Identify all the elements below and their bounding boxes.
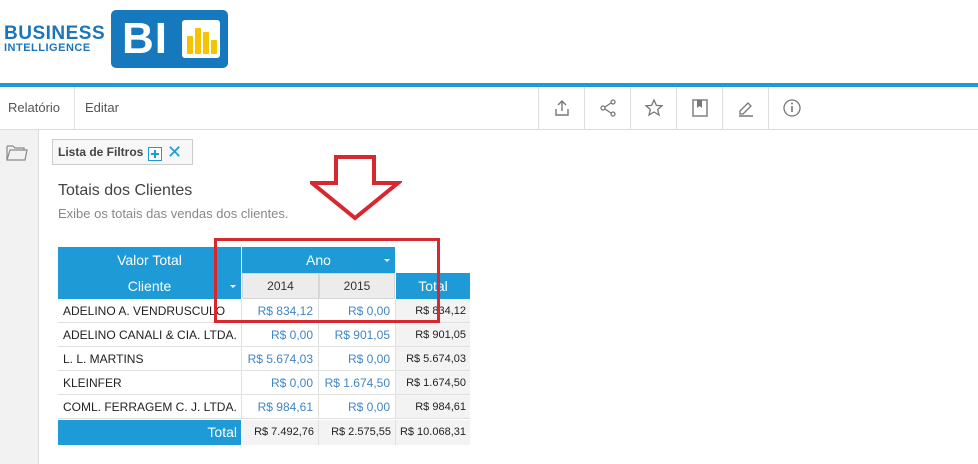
value-2014: R$ 5.674,03 — [242, 347, 319, 371]
export-button[interactable] — [538, 87, 584, 129]
logo-bi-text: BI — [122, 14, 168, 63]
annotation-highlight-box — [214, 238, 440, 323]
info-icon — [782, 99, 801, 117]
menu-separator — [74, 87, 75, 129]
toolbar: Relatório Editar — [0, 87, 978, 130]
grand-total-2014: R$ 7.492,76 — [242, 420, 319, 445]
annotation-arrow-icon — [310, 155, 402, 221]
logo-text: BUSINESS INTELLIGENCE — [4, 24, 105, 54]
logo-line2: INTELLIGENCE — [4, 42, 91, 54]
bookmark-icon — [691, 99, 708, 117]
bookmark-button[interactable] — [676, 87, 722, 129]
menu-editar[interactable]: Editar — [85, 87, 119, 129]
client-name: L. L. MARTINS — [58, 347, 242, 371]
favorite-button[interactable] — [630, 87, 676, 129]
grand-total-all: R$ 10.068,31 — [396, 420, 470, 445]
share-button[interactable] — [584, 87, 630, 129]
logo-chart-icon — [182, 20, 220, 58]
star-icon — [643, 98, 664, 117]
value-2015: R$ 901,05 — [319, 323, 396, 347]
report-title: Totais dos Clientes — [58, 182, 193, 199]
menu-relatorio[interactable]: Relatório — [8, 87, 60, 129]
edit-button[interactable] — [722, 87, 768, 129]
value-2014: R$ 0,00 — [242, 323, 319, 347]
filter-list-label: Lista de Filtros — [58, 145, 144, 159]
value-2014: R$ 0,00 — [242, 371, 319, 395]
export-icon — [554, 100, 569, 116]
value-total: R$ 1.674,50 — [396, 371, 470, 395]
logo-mark: BI — [111, 10, 228, 68]
sidebar — [0, 130, 39, 464]
close-icon[interactable]: ✕ — [167, 142, 182, 163]
grand-total-2015: R$ 2.575,55 — [319, 420, 396, 445]
value-2014: R$ 984,61 — [242, 395, 319, 419]
grand-total-label: Total — [58, 420, 241, 445]
info-button[interactable] — [768, 87, 814, 129]
logo-line1: BUSINESS — [4, 23, 106, 44]
add-filter-icon[interactable] — [148, 147, 162, 161]
folder-icon[interactable] — [6, 142, 28, 162]
client-name: KLEINFER — [58, 371, 242, 395]
value-total: R$ 901,05 — [396, 323, 470, 347]
filter-list-chip[interactable]: Lista de Filtros ✕ — [52, 139, 193, 165]
share-icon — [599, 99, 616, 117]
value-total: R$ 984,61 — [396, 395, 470, 419]
value-total: R$ 5.674,03 — [396, 347, 470, 371]
client-name: ADELINO CANALI & CIA. LTDA. — [58, 323, 242, 347]
edit-pen-icon — [738, 102, 753, 117]
value-2015: R$ 1.674,50 — [319, 371, 396, 395]
client-name: COML. FERRAGEM C. J. LTDA. — [58, 395, 242, 419]
value-2015: R$ 0,00 — [319, 347, 396, 371]
value-2015: R$ 0,00 — [319, 395, 396, 419]
report-subtitle: Exibe os totais das vendas dos clientes. — [58, 206, 289, 221]
